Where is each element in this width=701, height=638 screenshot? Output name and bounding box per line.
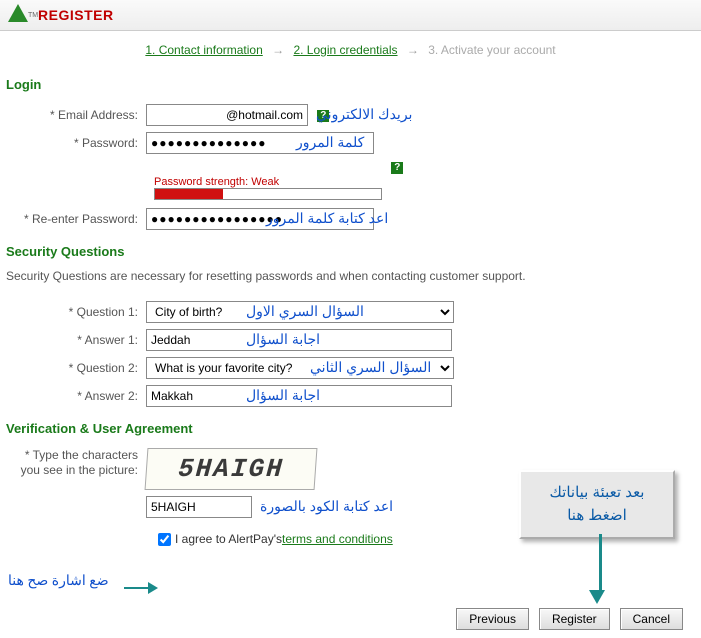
logo-icon: TM <box>8 4 32 26</box>
section-verification-title: Verification & User Agreement <box>0 413 701 442</box>
chevron-right-icon: → <box>407 43 419 57</box>
step-contact-info[interactable]: 1. Contact information <box>145 43 262 57</box>
question1-label: * Question 1: <box>6 305 146 319</box>
captcha-hint-overlay: اعد كتابة الكود بالصورة <box>260 498 393 515</box>
annotation-note: بعد تعبئة بياناتك اضغط هنا <box>519 470 675 539</box>
captcha-image: 5HAIGH <box>145 448 318 490</box>
help-icon[interactable]: ? <box>391 162 403 174</box>
button-bar: Previous Register Cancel <box>456 608 683 630</box>
section-security-title: Security Questions <box>0 236 701 265</box>
note-line2: اضغط هنا <box>527 505 667 528</box>
question1-select[interactable]: City of birth? <box>146 301 454 323</box>
answer2-label: * Answer 2: <box>6 389 146 403</box>
previous-button[interactable]: Previous <box>456 608 529 630</box>
wizard-steps: 1. Contact information → 2. Login creden… <box>0 31 701 69</box>
app-header: TM REGISTER <box>0 0 701 31</box>
cancel-button[interactable]: Cancel <box>620 608 683 630</box>
repassword-input[interactable] <box>146 208 374 230</box>
step-activate-account: 3. Activate your account <box>428 43 555 57</box>
password-input[interactable] <box>146 132 374 154</box>
email-input[interactable] <box>146 104 308 126</box>
email-hint-overlay: بريدك الالكتروني <box>316 106 412 123</box>
checkbox-annotation-text: ضع اشارة صح هنا <box>8 573 109 590</box>
email-label: * Email Address: <box>6 108 146 122</box>
terms-link[interactable]: terms and conditions <box>282 532 393 546</box>
register-button[interactable]: Register <box>539 608 610 630</box>
section-login-title: Login <box>0 69 701 98</box>
question2-select[interactable]: What is your favorite city? <box>146 357 454 379</box>
arrow-down-icon <box>595 534 605 604</box>
password-strength-label: Password strength: Weak <box>154 176 695 188</box>
agree-checkbox[interactable] <box>158 533 171 546</box>
password-label: * Password: <box>6 136 146 150</box>
note-line1: بعد تعبئة بياناتك <box>527 482 667 505</box>
answer1-input[interactable] <box>146 329 452 351</box>
security-description: Security Questions are necessary for res… <box>0 265 701 295</box>
page-title: REGISTER <box>38 7 114 23</box>
answer1-label: * Answer 1: <box>6 333 146 347</box>
captcha-input[interactable] <box>146 496 252 518</box>
help-icon[interactable]: ? <box>317 110 329 122</box>
question2-label: * Question 2: <box>6 361 146 375</box>
agree-text: I agree to AlertPay's <box>175 532 282 546</box>
step-login-credentials[interactable]: 2. Login credentials <box>293 43 397 57</box>
password-strength-bar <box>154 188 382 200</box>
answer2-input[interactable] <box>146 385 452 407</box>
arrow-right-icon <box>124 580 158 594</box>
captcha-label: * Type the characters you see in the pic… <box>6 448 146 479</box>
chevron-right-icon: → <box>272 43 284 57</box>
repassword-label: * Re-enter Password: <box>6 212 146 226</box>
